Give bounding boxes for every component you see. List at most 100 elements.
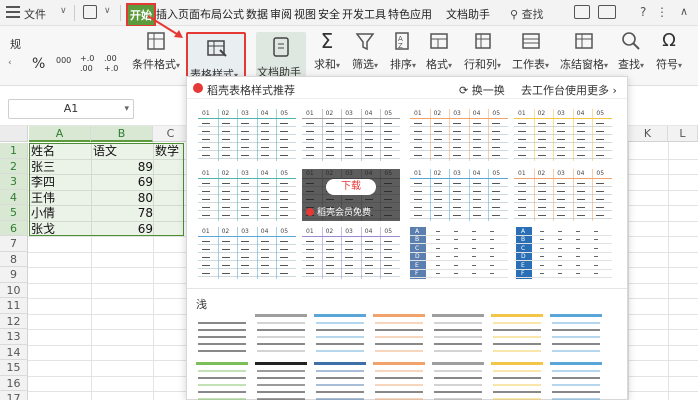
style-template[interactable]: 01 02 03 04 05 xyxy=(198,109,296,161)
tab-security[interactable]: 安全 xyxy=(318,6,340,22)
file-menu[interactable]: 文件 xyxy=(24,6,46,22)
increase-decimal-button[interactable]: +.0 xyxy=(80,54,94,63)
cell[interactable]: 李四 xyxy=(31,174,91,190)
share-icon[interactable] xyxy=(574,5,590,19)
cell[interactable]: 78 xyxy=(93,205,153,221)
row-header[interactable]: 12 xyxy=(0,313,28,329)
row-header[interactable]: 17 xyxy=(0,391,28,400)
row-header[interactable]: 3 xyxy=(0,174,28,190)
cell[interactable]: 姓名 xyxy=(31,143,91,159)
worksheet-button[interactable]: 工作表▾ xyxy=(512,30,549,72)
row-header[interactable]: 14 xyxy=(0,344,28,360)
style-template[interactable]: ABCDEF xyxy=(514,227,612,279)
row-header[interactable]: 16 xyxy=(0,375,28,391)
symbol-button[interactable]: Ω 符号▾ xyxy=(656,30,682,72)
cell[interactable]: 69 xyxy=(93,221,153,237)
more-icon[interactable]: ⋮ xyxy=(656,5,668,19)
light-style-template[interactable] xyxy=(196,362,248,400)
search-button[interactable]: ⚲ 查找 xyxy=(510,6,544,22)
download-button[interactable]: 下载 xyxy=(326,179,376,195)
cell[interactable]: 小倩 xyxy=(31,205,91,221)
number-style-select[interactable]: 规 xyxy=(10,36,21,52)
light-style-template[interactable] xyxy=(491,314,543,362)
filter-button[interactable]: 筛选▾ xyxy=(352,30,378,72)
light-style-template[interactable] xyxy=(314,314,366,362)
save-icon[interactable] xyxy=(83,5,97,19)
tab-special[interactable]: 特色应用 xyxy=(388,6,432,22)
tab-view[interactable]: 视图 xyxy=(294,6,316,22)
row-header[interactable]: 7 xyxy=(0,236,28,252)
help-icon[interactable]: ? xyxy=(640,5,646,19)
light-style-template[interactable] xyxy=(255,362,307,400)
light-style-template[interactable] xyxy=(432,362,484,400)
style-template[interactable]: 01 02 03 04 05 xyxy=(198,227,296,279)
cell[interactable]: 数学 xyxy=(155,143,189,159)
collapse-icon[interactable]: ∧ xyxy=(680,5,688,18)
cell[interactable]: 张三 xyxy=(31,159,91,175)
decrease-decimal-button[interactable]: .00 xyxy=(104,54,117,63)
find-button[interactable]: 查找▾ xyxy=(618,30,644,72)
refresh-button[interactable]: ⟳ 换一换 xyxy=(459,82,505,98)
light-style-template[interactable] xyxy=(373,362,425,400)
row-header[interactable]: 1 xyxy=(0,143,28,159)
column-header[interactable]: K xyxy=(628,126,668,142)
column-header[interactable]: L xyxy=(668,126,698,142)
light-style-template[interactable] xyxy=(196,314,248,362)
cell[interactable]: 89 xyxy=(93,159,153,175)
style-template[interactable]: 01 02 03 04 05 xyxy=(302,227,400,279)
light-style-template[interactable] xyxy=(255,314,307,362)
column-header[interactable]: A xyxy=(29,126,91,142)
light-style-template[interactable] xyxy=(550,362,602,400)
select-all-corner[interactable] xyxy=(0,126,28,142)
chevron-down-icon[interactable]: ∨ xyxy=(104,6,111,16)
sort-button[interactable]: AZ 排序▾ xyxy=(390,30,416,72)
cloud-icon[interactable] xyxy=(598,5,616,19)
tab-doc-assistant[interactable]: 文档助手 xyxy=(446,6,490,22)
freeze-panes-button[interactable]: 冻结窗格▾ xyxy=(560,30,608,72)
cell[interactable]: 张戈 xyxy=(31,221,91,237)
thousands-button[interactable]: 000 xyxy=(56,56,71,65)
light-style-template[interactable] xyxy=(432,314,484,362)
chevron-left-icon[interactable]: ‹ xyxy=(8,58,12,68)
format-button[interactable]: 格式▾ xyxy=(426,30,452,72)
cell[interactable]: 王伟 xyxy=(31,190,91,206)
style-template[interactable]: ABCDEF xyxy=(410,227,508,279)
download-overlay[interactable]: 下载 稻壳会员免费 xyxy=(302,169,400,221)
name-box[interactable]: A1 ▾ xyxy=(8,99,134,119)
row-header[interactable]: 13 xyxy=(0,329,28,345)
row-header[interactable]: 9 xyxy=(0,267,28,283)
column-header[interactable]: C xyxy=(153,126,189,142)
light-style-template[interactable] xyxy=(314,362,366,400)
row-header[interactable]: 5 xyxy=(0,205,28,221)
row-header[interactable]: 10 xyxy=(0,282,28,298)
percent-button[interactable]: % xyxy=(32,56,45,72)
row-header[interactable]: 2 xyxy=(0,158,28,174)
style-template[interactable]: 01 02 03 04 05 xyxy=(198,169,296,221)
cell[interactable]: 80 xyxy=(93,190,153,206)
style-template[interactable]: 01 02 03 04 05 xyxy=(514,109,612,161)
more-link[interactable]: 去工作台使用更多 › xyxy=(521,82,617,98)
row-header[interactable]: 15 xyxy=(0,360,28,376)
row-header[interactable]: 6 xyxy=(0,220,28,236)
row-col-button[interactable]: 行和列▾ xyxy=(464,30,501,72)
tab-developer[interactable]: 开发工具 xyxy=(342,6,386,22)
sum-button[interactable]: Σ 求和▾ xyxy=(314,30,340,72)
row-header[interactable]: 11 xyxy=(0,298,28,314)
light-style-template[interactable] xyxy=(550,314,602,362)
light-style-template[interactable] xyxy=(491,362,543,400)
style-template[interactable]: 01 02 03 04 05 xyxy=(410,169,508,221)
chevron-down-icon[interactable]: ▾ xyxy=(124,100,129,118)
light-style-template[interactable] xyxy=(373,314,425,362)
style-template[interactable]: 01 02 03 04 05 xyxy=(514,169,612,221)
row-header[interactable]: 4 xyxy=(0,189,28,205)
style-template[interactable]: 01 02 03 04 05 xyxy=(410,109,508,161)
chevron-down-icon[interactable]: ∨ xyxy=(60,6,67,16)
tab-formula[interactable]: 公式 xyxy=(222,6,244,22)
row-header[interactable]: 8 xyxy=(0,251,28,267)
style-template[interactable]: 01 02 03 04 05 xyxy=(302,109,400,161)
cell[interactable]: 语文 xyxy=(93,143,153,159)
column-header[interactable]: B xyxy=(91,126,153,142)
hamburger-icon[interactable] xyxy=(6,6,20,18)
tab-data[interactable]: 数据 xyxy=(246,6,268,22)
tab-review[interactable]: 审阅 xyxy=(270,6,292,22)
